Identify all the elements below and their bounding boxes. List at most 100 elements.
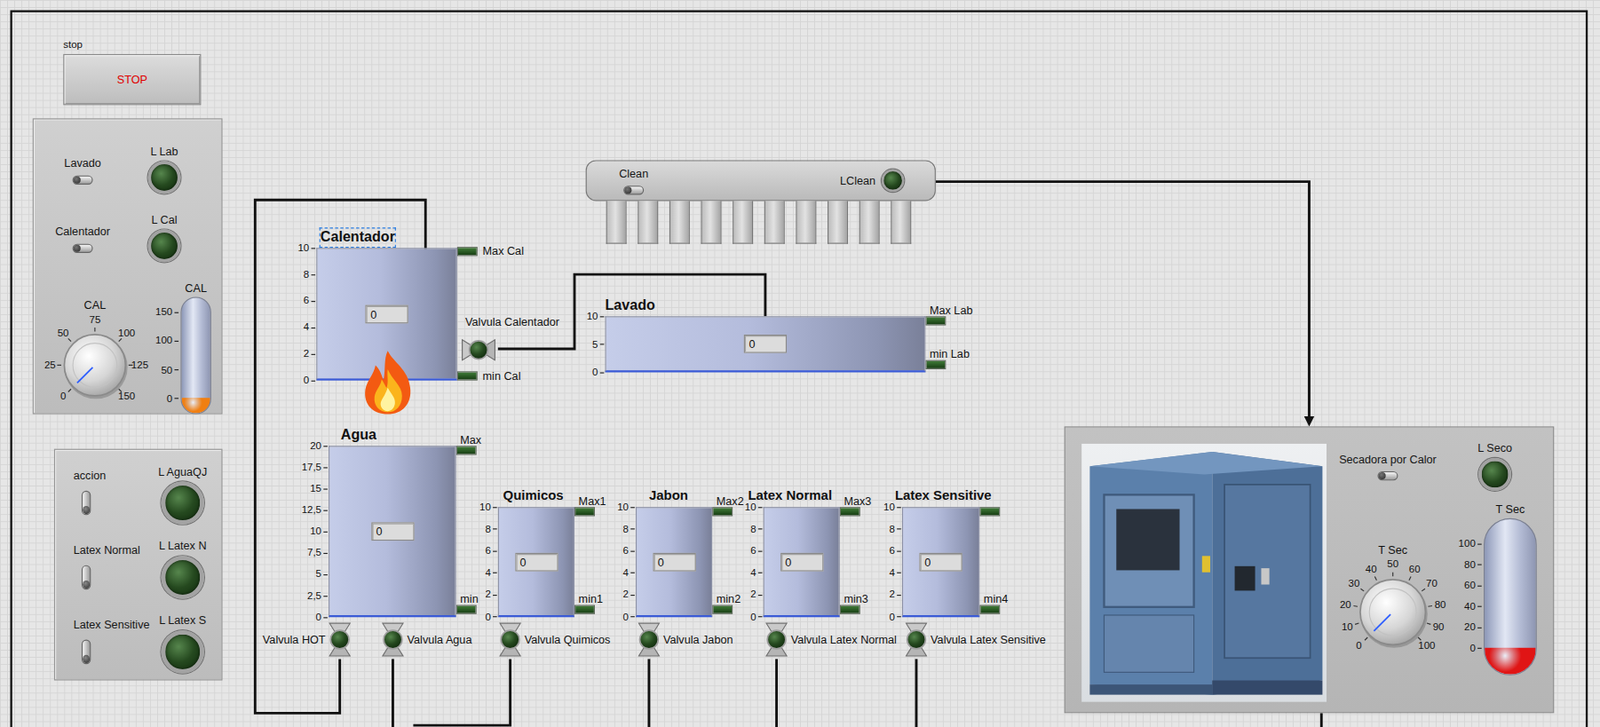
tank-title[interactable]: Latex Sensitive	[894, 486, 993, 507]
led-label: L AguaQJ	[158, 464, 207, 479]
valve-icon	[328, 622, 351, 658]
tsec-thermometer: 100806040200 T Sec	[1461, 501, 1537, 675]
tank-value: 0	[371, 522, 414, 541]
control-panel: LavadoL LabCalentadorL CalCAL02550751001…	[32, 118, 223, 414]
valve: Valvula HOT	[262, 622, 351, 658]
knob-tick-label: 125	[131, 359, 149, 373]
thermometer-scale: 100806040200	[1461, 544, 1482, 650]
limit-led	[839, 506, 861, 516]
toggle-switch[interactable]	[81, 640, 91, 666]
tank: Lavado10500Max Labmin Lab	[583, 295, 973, 373]
limit-led	[925, 316, 946, 325]
toggle-switch[interactable]	[623, 185, 644, 195]
knob-tick-label: 0	[1355, 640, 1362, 653]
valve: Valvula Jabon	[637, 622, 733, 658]
toggle-switch[interactable]	[72, 175, 94, 185]
stop-caption: stop	[63, 38, 201, 53]
led-label: L Latex S	[158, 613, 206, 628]
max-indicator	[979, 494, 1000, 516]
canvas: stopSTOP Lavado L Lab Calentador L Cal CAL 0 25…	[0, 0, 1600, 727]
tank-title[interactable]: Latex Normal	[746, 486, 833, 507]
nozzle	[701, 200, 722, 244]
toggle-switch[interactable]	[81, 565, 91, 591]
knob-dial[interactable]: 0102030405060708090100	[1326, 548, 1459, 676]
tank: Jabon10864200Max2min2	[615, 486, 745, 618]
valve-label: Valvula Agua	[407, 633, 473, 648]
switch-label: Lavado	[63, 156, 101, 171]
knob-tick-label: 25	[44, 359, 56, 373]
limit-led	[457, 371, 478, 381]
tank-title[interactable]: Agua	[340, 425, 379, 446]
tank-title[interactable]: Calentador	[319, 227, 397, 248]
dryer-machine-icon	[1081, 443, 1327, 703]
switch-label: Calentador	[55, 224, 111, 239]
tank-body: 0	[604, 316, 926, 373]
led-label: L Lab	[150, 143, 178, 159]
dryer-photo	[1081, 443, 1327, 703]
led-label: L Seco	[1477, 440, 1513, 455]
knob-tick-label: 75	[88, 314, 101, 327]
knob-tick-label: 10	[1341, 620, 1354, 634]
min-indicator: min	[456, 593, 479, 615]
valve-icon	[765, 622, 788, 658]
thermometer-tube	[1483, 518, 1537, 676]
nozzle	[764, 200, 785, 244]
switch-row: Lavado L Lab	[33, 143, 222, 194]
tank-value: 0	[918, 552, 962, 571]
tank-title[interactable]: Lavado	[603, 295, 657, 317]
knob-tick-label: 100	[118, 327, 135, 341]
tank-title[interactable]: Quimicos	[501, 486, 564, 507]
knob-tick-label: 90	[1433, 620, 1445, 634]
tank-body: 0	[635, 506, 713, 618]
valve: Valvula Quimicos	[499, 622, 610, 658]
tank-body: 0	[498, 506, 575, 618]
toggle-lever	[82, 506, 90, 515]
thermometer-label: T Sec	[1495, 501, 1525, 516]
tsec-knob: T Sec0102030405060708090100	[1326, 542, 1459, 675]
toggle-lever	[82, 580, 90, 589]
limit-led	[925, 360, 946, 370]
tank-body: 0	[902, 506, 980, 618]
tank-title[interactable]: Jabon	[648, 486, 690, 507]
max-indicator: Max Lab	[925, 303, 973, 325]
valve: Valvula Latex Normal	[765, 622, 897, 658]
led-label: L Latex N	[158, 538, 207, 554]
limit-led	[456, 445, 477, 455]
cal-knob: CAL0255075100125150	[33, 298, 157, 421]
toggle-switch[interactable]	[81, 491, 91, 516]
valve-icon	[460, 339, 496, 362]
knob-tick-label: 70	[1425, 578, 1438, 591]
knob-tick-label: 100	[1417, 640, 1435, 653]
nozzle	[890, 200, 911, 244]
valve-label: Valvula Latex Normal	[791, 633, 897, 648]
toggle-lever	[73, 245, 81, 253]
limit-led	[574, 604, 595, 614]
nozzle-row	[586, 200, 936, 244]
knob-dial[interactable]: 0255075100125150	[33, 306, 157, 421]
min-indicator: min1	[574, 593, 603, 615]
valve: Valvula Calentador	[465, 314, 560, 362]
knob-label: CAL	[84, 298, 107, 313]
toggle-switch[interactable]	[1377, 471, 1398, 481]
valve-icon	[637, 622, 660, 658]
switch-row: Latex SensitiveL Latex S	[55, 613, 222, 674]
status-led	[161, 555, 205, 599]
status-led	[148, 229, 182, 263]
stop-button[interactable]: STOP	[63, 54, 201, 105]
tank-scale: 1086420	[881, 506, 903, 618]
nozzle	[637, 200, 658, 244]
switch-label: Clean	[618, 166, 649, 181]
clean-manifold: CleanLClean	[586, 159, 936, 244]
knob-tick-label: 50	[57, 327, 70, 341]
nozzle	[795, 200, 816, 244]
min-indicator: min3	[839, 593, 869, 615]
switch-row: Latex NormalL Latex N	[55, 538, 222, 600]
led-label: L Cal	[150, 212, 177, 227]
toggle-switch[interactable]	[72, 244, 94, 254]
toggle-lever	[624, 186, 632, 194]
stop-control: stopSTOP	[63, 38, 201, 106]
knob-tick-label: 50	[1386, 558, 1399, 571]
switch-row: accionL AguaQJ	[55, 464, 222, 525]
knob-tick-label: 30	[1348, 578, 1361, 591]
tank: Latex Normal10864200Max3min3	[743, 486, 872, 618]
